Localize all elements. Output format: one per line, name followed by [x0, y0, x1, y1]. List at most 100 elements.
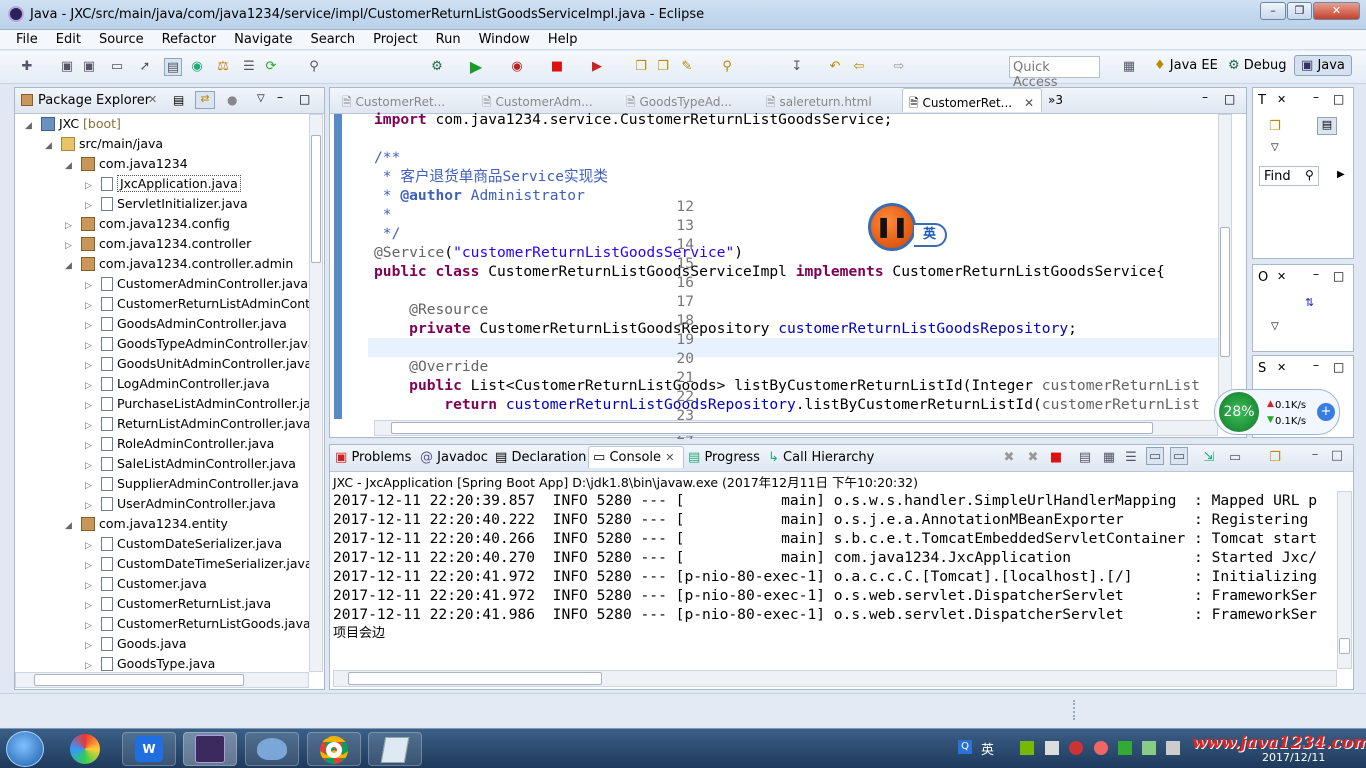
pause-recording-button[interactable]: ❚❚	[868, 203, 916, 251]
save-icon[interactable]: ▣	[58, 58, 76, 76]
code-line[interactable]: public List<CustomerReturnListGoods> lis…	[374, 376, 1200, 395]
tray-icon-network[interactable]	[1045, 741, 1059, 755]
menu-project[interactable]: Project	[361, 30, 423, 47]
taskbar-app-wps[interactable]: W	[122, 732, 176, 766]
tree-item[interactable]: ▷ GoodsType.java	[85, 654, 215, 672]
taskbar-date[interactable]: 2017/12/11	[1262, 751, 1325, 764]
perspective-debug[interactable]: ⚙ Debug	[1228, 58, 1287, 73]
code-line[interactable]: return customerReturnListGoodsRepository…	[374, 395, 1200, 414]
task-close-icon[interactable]: ✕	[1277, 93, 1286, 106]
ime-search-icon[interactable]: Q	[958, 740, 972, 754]
new-task-icon[interactable]: ❐	[1269, 119, 1281, 134]
tree-item[interactable]: ◢ com.java1234	[65, 154, 188, 174]
menu-run[interactable]: Run	[424, 30, 467, 47]
collapsed-arrow-icon[interactable]: ▷	[85, 456, 95, 476]
find-next-icon[interactable]: ▶	[1337, 169, 1345, 180]
collapsed-arrow-icon[interactable]: ▷	[85, 636, 95, 656]
taskbar-app-chrome[interactable]	[307, 732, 361, 766]
save-all-icon[interactable]: ▣	[80, 58, 98, 76]
tray-icon-app[interactable]	[1094, 741, 1108, 755]
collapsed-arrow-icon[interactable]: ▷	[85, 616, 95, 636]
expanded-arrow-icon[interactable]: ◢	[65, 256, 75, 276]
editor-tab[interactable]: 🗎 CustomerRet...	[336, 88, 451, 112]
last-edit-icon[interactable]: ↶	[826, 58, 844, 76]
editor-maximize-icon[interactable]: □	[1224, 92, 1235, 106]
tray-icon-shield[interactable]	[1118, 741, 1132, 755]
task-menu-icon[interactable]: ▽	[1271, 142, 1279, 153]
servers-minimize-icon[interactable]: –	[1313, 358, 1319, 372]
tree-item[interactable]: ▷ Goods.java	[85, 634, 187, 654]
stop-icon[interactable]: ■	[548, 58, 566, 76]
servers-close-icon[interactable]: ✕	[1277, 361, 1286, 374]
terminate-icon[interactable]: ■	[1047, 449, 1065, 467]
maximize-view-icon[interactable]: □	[299, 92, 310, 106]
menu-source[interactable]: Source	[87, 30, 150, 47]
collapsed-arrow-icon[interactable]: ▷	[85, 596, 95, 616]
collapsed-arrow-icon[interactable]: ▷	[65, 216, 75, 236]
next-annotation-icon[interactable]: ↧	[788, 58, 806, 76]
code-line[interactable]: * 客户退货单商品Service实现类	[374, 167, 608, 186]
refresh-icon[interactable]: ⟳	[262, 58, 280, 76]
collapsed-arrow-icon[interactable]: ▷	[85, 556, 95, 576]
task-minimize-icon[interactable]: –	[1313, 90, 1319, 104]
network-meter[interactable]: 28% ▲ 0.1K/s ▼ 0.1K/s +	[1214, 389, 1340, 435]
outline-close-icon[interactable]: ✕	[1277, 270, 1286, 283]
editor-vertical-scrollbar[interactable]	[1218, 114, 1232, 420]
close-console-icon[interactable]: ✕	[665, 451, 674, 464]
remove-all-icon[interactable]: ✖	[1024, 449, 1042, 467]
tree-item[interactable]: ◢ src/main/java	[45, 134, 163, 154]
expanded-arrow-icon[interactable]: ◢	[65, 156, 75, 176]
collapsed-arrow-icon[interactable]: ▷	[65, 236, 75, 256]
outline-maximize-icon[interactable]: □	[1333, 269, 1344, 283]
collapsed-arrow-icon[interactable]: ▷	[85, 656, 95, 672]
open-type-icon[interactable]: ⚲	[305, 58, 323, 76]
quick-access-input[interactable]: Quick Access	[1009, 56, 1100, 90]
collapsed-arrow-icon[interactable]: ▷	[85, 276, 95, 296]
code-line[interactable]: public class CustomerReturnListGoodsServ…	[374, 262, 1165, 281]
pencil-icon[interactable]: ✎	[678, 58, 696, 76]
tree-item[interactable]: ▷ PurchaseListAdminController.java	[85, 394, 309, 414]
tab-problems[interactable]: ▣ Problems	[335, 447, 411, 469]
tree-item[interactable]: ▷ RoleAdminController.java	[85, 434, 274, 454]
collapsed-arrow-icon[interactable]: ▷	[85, 316, 95, 336]
tree-item[interactable]: ▷ CustomDateTimeSerializer.java	[85, 554, 309, 574]
editor-tab-active[interactable]: 🗎 CustomerRet... ✕	[902, 88, 1042, 112]
tree-item[interactable]: ▷ Customer.java	[85, 574, 207, 594]
expanded-arrow-icon[interactable]: ◢	[65, 516, 75, 536]
start-button[interactable]	[6, 731, 44, 767]
show-stderr-icon[interactable]: ▭	[1170, 447, 1188, 465]
web-browser-icon[interactable]: ◉	[188, 58, 206, 76]
categorize-icon[interactable]: ▤	[1317, 117, 1337, 135]
tree-item[interactable]: ◢ com.java1234.controller.admin	[65, 254, 293, 274]
console-minimize-icon[interactable]: –	[1306, 446, 1324, 464]
coverage-icon[interactable]: ◉	[508, 58, 526, 76]
tray-icon-misc[interactable]	[1142, 741, 1156, 755]
tree-item[interactable]: ▷ GoodsAdminController.java	[85, 314, 287, 334]
taskbar-app-dolphin[interactable]	[245, 732, 299, 766]
close-view-icon[interactable]: ✕	[148, 93, 157, 106]
code-line[interactable]: /**	[374, 148, 400, 167]
tray-icon-volume[interactable]	[1166, 741, 1180, 755]
collapsed-arrow-icon[interactable]: ▷	[85, 376, 95, 396]
focus-icon[interactable]: ●	[227, 93, 237, 107]
tree-item[interactable]: ◢ com.java1234.entity	[65, 514, 228, 534]
task-maximize-icon[interactable]: □	[1333, 92, 1344, 106]
sort-icon[interactable]: ⇅	[1305, 296, 1314, 309]
console-scroll-thumb[interactable]	[1339, 638, 1350, 654]
collapsed-arrow-icon[interactable]: ▷	[85, 336, 95, 356]
collapsed-arrow-icon[interactable]: ▷	[85, 536, 95, 556]
pin-console-icon[interactable]: ⇲	[1200, 449, 1218, 467]
perspective-java[interactable]: ▣ Java	[1294, 55, 1352, 76]
tree-item[interactable]: ▷ GoodsUnitAdminController.java	[85, 354, 309, 374]
console-horizontal-scrollbar[interactable]	[333, 670, 1337, 687]
collapsed-arrow-icon[interactable]: ▷	[85, 416, 95, 436]
tree-item[interactable]: ▷ GoodsTypeAdminController.java	[85, 334, 309, 354]
code-area[interactable]: import com.java1234.service.CustomerRetu…	[374, 110, 1218, 420]
terminal-icon[interactable]: ▭	[108, 58, 126, 76]
tree-item[interactable]: ▷ CustomDateSerializer.java	[85, 534, 282, 554]
editor-tab[interactable]: 🗎 GoodsTypeAd...	[620, 88, 738, 112]
back-icon[interactable]: ⇦	[850, 58, 868, 76]
tab-progress[interactable]: ▤ Progress	[688, 447, 760, 469]
editor-tab[interactable]: 🗎 CustomerAdm...	[476, 88, 599, 112]
taskbar-app-eclipse[interactable]	[183, 732, 237, 766]
